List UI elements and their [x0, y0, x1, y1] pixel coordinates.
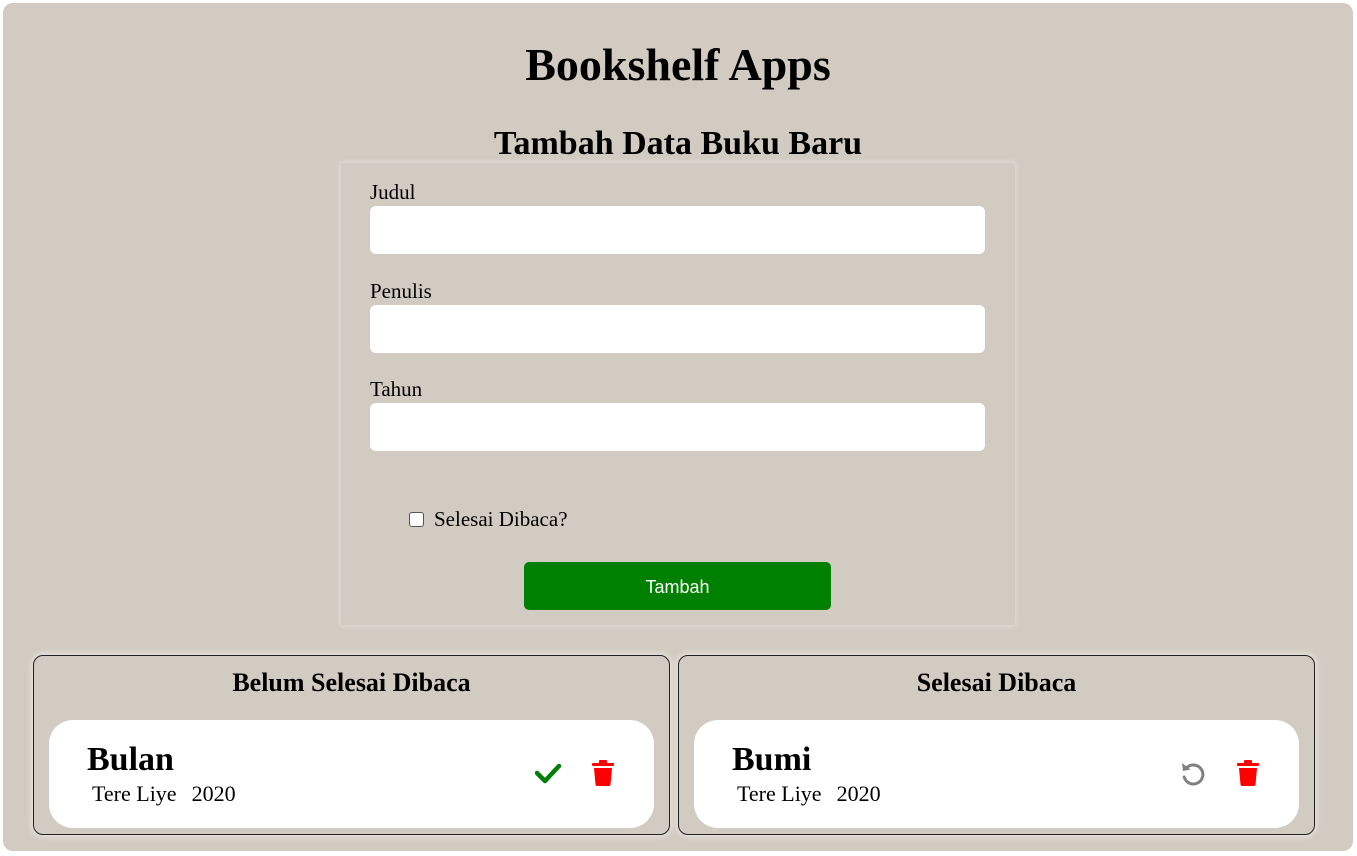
app-container: Bookshelf Apps Tambah Data Buku Baru Jud… — [3, 3, 1353, 851]
is-complete-checkbox[interactable] — [409, 511, 424, 527]
mark-read-button[interactable] — [533, 758, 563, 788]
book-author: Tere Liye — [737, 781, 822, 806]
unread-shelf-title: Belum Selesai Dibaca — [232, 668, 471, 697]
delete-book-button[interactable] — [1233, 758, 1263, 788]
add-book-button[interactable]: Tambah — [524, 562, 831, 610]
author-input[interactable] — [370, 305, 985, 353]
mark-unread-button[interactable] — [1178, 758, 1208, 788]
add-book-form: Judul Penulis Tahun Selesai Dibaca? Tamb… — [341, 163, 1015, 625]
book-author: Tere Liye — [92, 781, 177, 806]
trash-icon — [592, 760, 614, 786]
is-complete-label: Selesai Dibaca? — [434, 507, 568, 531]
year-label: Tahun — [370, 377, 423, 401]
book-year: 2020 — [191, 781, 236, 806]
year-input[interactable] — [370, 403, 985, 451]
author-label: Penulis — [370, 279, 432, 303]
title-input[interactable] — [370, 206, 985, 254]
title-label: Judul — [370, 180, 416, 204]
check-icon — [535, 763, 561, 784]
book-meta: Tere Liye 2020 — [92, 781, 236, 807]
form-heading: Tambah Data Buku Baru — [493, 125, 863, 162]
app-title: Bookshelf Apps — [525, 39, 831, 90]
is-complete-row: Selesai Dibaca? — [409, 507, 568, 531]
delete-book-button[interactable] — [588, 758, 618, 788]
trash-icon — [1237, 760, 1259, 786]
read-shelf: Selesai Dibaca Bumi Tere Liye 2020 — [678, 655, 1315, 835]
undo-icon — [1182, 763, 1205, 786]
read-shelf-title: Selesai Dibaca — [916, 668, 1077, 697]
book-title: Bumi — [732, 741, 812, 778]
book-title: Bulan — [87, 741, 174, 778]
unread-shelf: Belum Selesai Dibaca Bulan Tere Liye 2020 — [33, 655, 670, 835]
book-meta: Tere Liye 2020 — [737, 781, 881, 807]
book-card: Bumi Tere Liye 2020 — [694, 720, 1299, 828]
book-card: Bulan Tere Liye 2020 — [49, 720, 654, 828]
book-year: 2020 — [836, 781, 881, 806]
